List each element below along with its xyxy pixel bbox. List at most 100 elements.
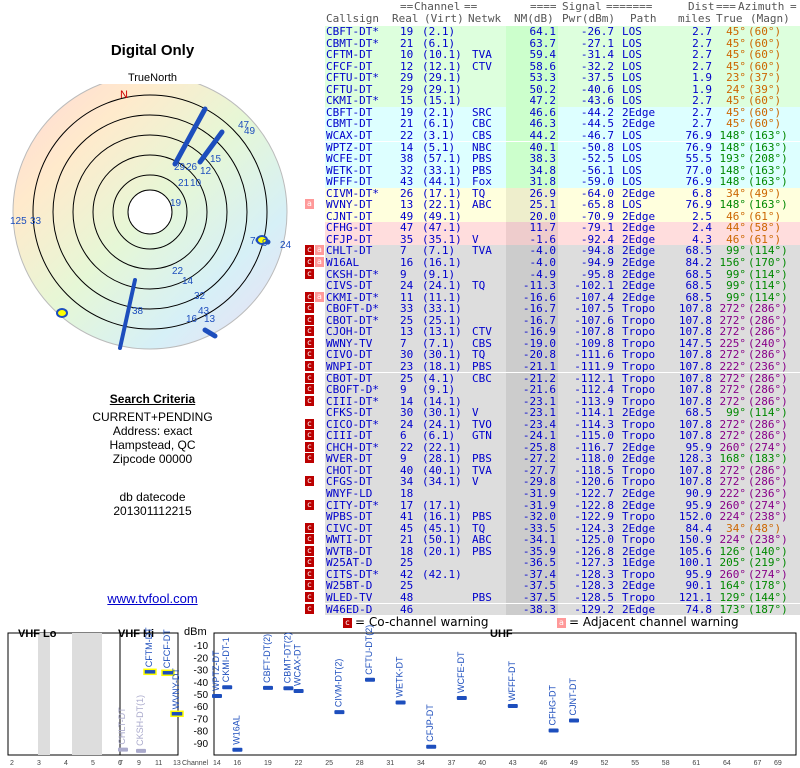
cell-magn: (163°) bbox=[748, 128, 788, 142]
x-tick-label: 13 bbox=[173, 760, 181, 767]
station-bar bbox=[118, 747, 128, 752]
table-row[interactable]: CBFT-DT* 19 (2.1) 64.1 -26.7 LOS 2.7 45° (60°) bbox=[300, 26, 800, 38]
vhf-lo-gap bbox=[38, 633, 50, 755]
cell-dist: 68.5 bbox=[685, 279, 713, 293]
x-tick-label: 28 bbox=[356, 760, 364, 767]
cell-net: ABC bbox=[472, 533, 492, 547]
x-tick-label: 16 bbox=[233, 760, 241, 767]
cell-pwr: -111.9 bbox=[574, 359, 614, 373]
spectrum-station: CIVM-DT(2) bbox=[333, 659, 345, 715]
radar-label: 125 bbox=[10, 216, 27, 227]
y-tick-label: -10 bbox=[194, 641, 209, 652]
radar-label: 16 bbox=[186, 314, 198, 325]
cell-cs: CBFT-DT* bbox=[326, 25, 379, 38]
table-row[interactable]: c WLED-TV 48 PBS -37.5 -128.5 Tropo 121.1 129° (1… bbox=[300, 592, 800, 604]
cell-pwr: -122.7 bbox=[574, 487, 614, 500]
table-row[interactable]: c CBOFT-D* 9 (9.1) -21.6 -112.4 Tropo 107.8 272°… bbox=[300, 384, 800, 396]
cell-true: 99° bbox=[726, 406, 746, 420]
x-tick-label: 37 bbox=[448, 760, 456, 767]
x-tick-label: 40 bbox=[478, 760, 486, 767]
table-column-header: Callsign Real (Virt) Netwk NM(dB) Pwr(dB… bbox=[300, 13, 800, 25]
cell-nm: 53.3 bbox=[529, 71, 557, 85]
co-channel-warning-icon: c bbox=[305, 441, 314, 452]
y-tick-label: -80 bbox=[194, 727, 209, 738]
cell-virt: (24.1) bbox=[422, 279, 462, 293]
cell-dist: 1.9 bbox=[692, 71, 712, 85]
cell-magn: (238°) bbox=[748, 510, 788, 524]
co-channel-warning-icon: c bbox=[305, 303, 314, 314]
cell-nm: 59.4 bbox=[529, 48, 557, 62]
table-row[interactable]: WNYF-LD 18 -31.9 -122.7 2Edge 90.9 222° (236°) bbox=[300, 488, 800, 500]
radar-label: 49 bbox=[244, 126, 256, 137]
cell-real: 18 bbox=[400, 487, 414, 500]
radar-label: 24 bbox=[280, 240, 292, 251]
cell-net: PBS bbox=[472, 590, 492, 604]
radar-label: 26 bbox=[186, 162, 198, 173]
cell-nm: 38.3 bbox=[529, 152, 557, 166]
cell-net: TVA bbox=[472, 244, 492, 258]
cell-pwr: -59.0 bbox=[580, 175, 614, 189]
col-nm: NM(dB) bbox=[514, 12, 554, 25]
vhf-lo-label: VHF Lo bbox=[18, 628, 57, 640]
cell-net: PBS bbox=[472, 510, 492, 524]
x-tick-label: 46 bbox=[539, 760, 547, 767]
datecode-label: db datecode bbox=[119, 490, 186, 504]
cell-magn: (37°) bbox=[748, 71, 782, 85]
co-channel-warning-icon: c bbox=[305, 360, 314, 371]
table-row[interactable]: c CBOFT-D* 33 (33.1) -16.7 -107.5 Tropo 107.8 27… bbox=[300, 303, 800, 315]
station-label: CFTM-DT bbox=[144, 627, 154, 667]
cell-real: 16 bbox=[400, 256, 414, 269]
cell-net: Fox bbox=[472, 175, 492, 189]
table-row[interactable]: CFKS-DT 30 (30.1) V -23.1 -114.1 2Edge 68.5 99°(… bbox=[300, 407, 800, 419]
table-row[interactable]: c WWTI-DT 21 (50.1) ABC -34.1 -125.0 Tropo 150.9… bbox=[300, 534, 800, 546]
station-label: WCAX-DT bbox=[293, 643, 303, 685]
table-row[interactable]: WCFE-DT 38 (57.1) PBS 38.3 -52.5 LOS 55.5 193° (2… bbox=[300, 153, 800, 165]
table-row[interactable]: c WNPI-DT 23 (18.1) PBS -21.1 -111.9 Tropo 107.8… bbox=[300, 361, 800, 373]
cell-dist: 2.7 bbox=[692, 25, 712, 38]
cell-pwr: -112.4 bbox=[574, 383, 614, 397]
vhf-lo-gap bbox=[72, 633, 102, 755]
cell-virt: (16.1) bbox=[422, 256, 462, 269]
station-bar bbox=[395, 700, 406, 705]
cell-cs: WPBS-DT bbox=[326, 510, 373, 524]
table-row[interactable]: c a W16AL 16 (16.1) -4.0 -94.9 2Edge 84.2 156° (17… bbox=[300, 257, 800, 269]
left-panel: Digital Only TrueNorth N 47 49 15 12 29 26 10 19… bbox=[0, 0, 305, 615]
table-row[interactable]: CFTU-DT* 29 (29.1) 53.3 -37.5 LOS 1.9 23° (37°) bbox=[300, 72, 800, 84]
station-label: CBMT-DT(2) bbox=[282, 632, 292, 683]
radar-label: 12 bbox=[200, 166, 212, 177]
cell-nm: -31.9 bbox=[522, 487, 556, 500]
station-label: WVNY-DT bbox=[171, 668, 181, 710]
cell-true: 222° bbox=[719, 487, 747, 500]
spectrum-station: CBFT-DT(2) bbox=[262, 634, 273, 690]
cell-magn: (163°) bbox=[748, 175, 788, 189]
cell-net: PBS bbox=[472, 152, 492, 166]
table-row[interactable]: WFFF-DT 43 (44.1) Fox 31.8 -59.0 LOS 76.9 148° (1… bbox=[300, 176, 800, 188]
station-label: WCFE-DT bbox=[456, 651, 466, 693]
station-bar bbox=[569, 718, 579, 723]
table-row[interactable]: CIVS-DT 24 (24.1) TQ -11.3 -102.1 2Edge 68.5 99°… bbox=[300, 280, 800, 292]
cell-real: 33 bbox=[400, 302, 414, 316]
table-row[interactable]: CFTM-DT 10 (10.1) TVA 59.4 -31.4 LOS 2.7 45° (60°… bbox=[300, 49, 800, 61]
table-row[interactable]: WPBS-DT 41 (16.1) PBS -32.0 -122.9 Tropo 152.0 2… bbox=[300, 511, 800, 523]
station-bar bbox=[365, 677, 375, 682]
cell-pwr: -37.5 bbox=[580, 71, 614, 85]
cell-nm: -21.1 bbox=[522, 359, 556, 373]
spectrum-station: CHLT-DT bbox=[117, 707, 128, 752]
x-tick-label: 7 bbox=[119, 760, 123, 767]
x-tick-label: 34 bbox=[417, 760, 425, 767]
cell-path: Tropo bbox=[622, 359, 656, 373]
cell-nm: -16.7 bbox=[522, 302, 556, 316]
spectrum-station: CFTU-DT(2) bbox=[364, 625, 375, 682]
cell-nm: -4.0 bbox=[529, 256, 557, 269]
x-tick-label: 49 bbox=[570, 760, 578, 767]
table-row[interactable]: WCAX-DT 22 (3.1) CBS 44.2 -46.7 LOS 76.9 148° (16… bbox=[300, 130, 800, 142]
y-tick-label: -50 bbox=[194, 690, 209, 701]
cell-path: Tropo bbox=[622, 510, 656, 524]
cell-virt: (50.1) bbox=[422, 533, 462, 547]
station-bar bbox=[507, 703, 518, 708]
cell-real: 23 bbox=[400, 359, 414, 373]
cell-true: 45° bbox=[726, 48, 746, 62]
cell-cs: CFTU-DT* bbox=[326, 71, 379, 85]
cell-magn: (144°) bbox=[748, 590, 788, 604]
station-bar bbox=[232, 747, 243, 752]
